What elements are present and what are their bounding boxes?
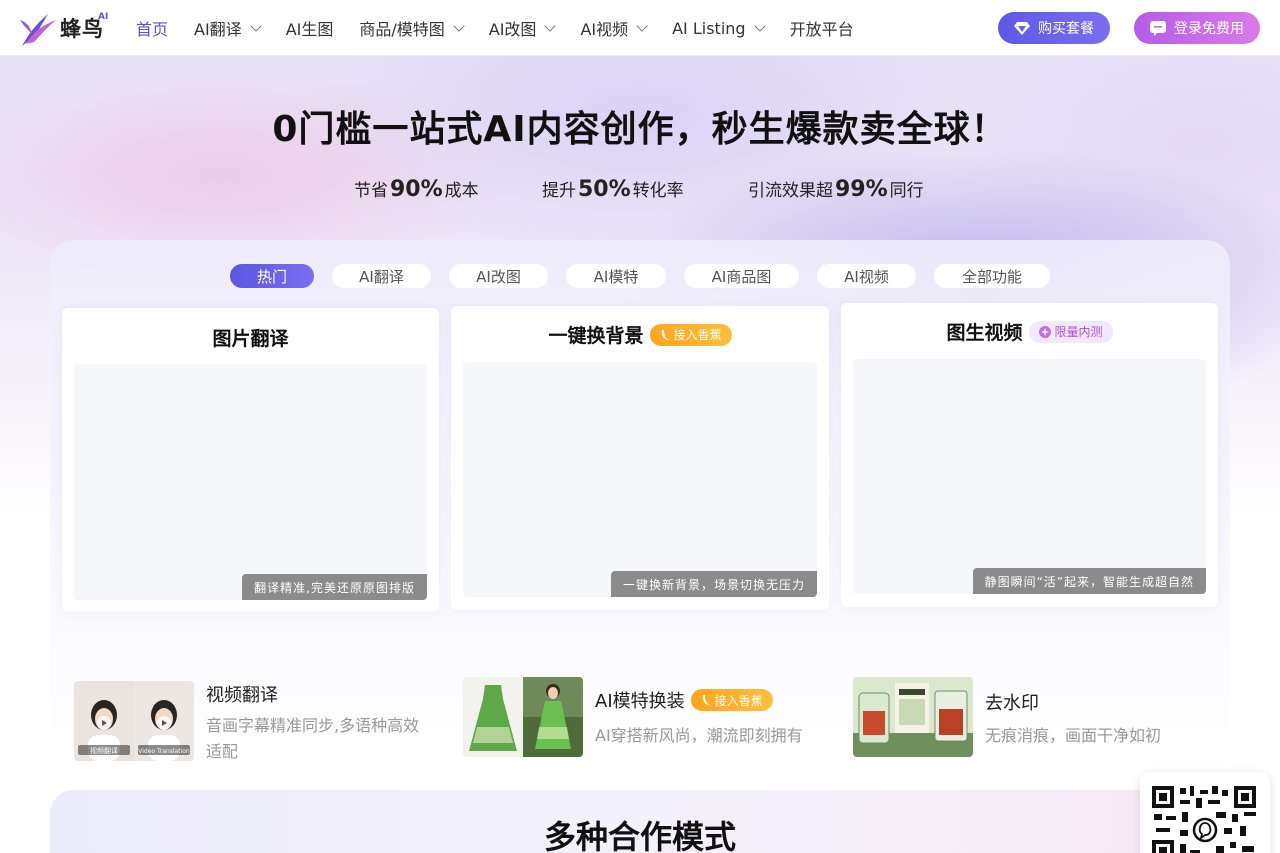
tab-hot[interactable]: 热门 <box>230 264 314 288</box>
stat-conversion: 提升50% 转化率 <box>542 177 684 202</box>
top-navbar: 蜂鸟 AI 首页 AI翻译 AI生图 商品/模特图 AI改图 AI视频 AI L… <box>0 0 1280 56</box>
badge-banana: 接入香蕉 <box>690 689 773 711</box>
tab-ai-product[interactable]: AI商品图 <box>684 264 799 288</box>
dress-thumbnail <box>463 677 583 757</box>
card-title: 图生视频 限量内测 <box>841 318 1218 345</box>
nav-home[interactable]: 首页 <box>136 16 168 40</box>
badge-beta: 限量内测 <box>1028 320 1113 343</box>
chevron-down-icon <box>453 20 465 32</box>
nav-open-platform[interactable]: 开放平台 <box>790 16 854 40</box>
mini-title: AI模特换装 接入香蕉 <box>595 687 773 713</box>
tab-ai-model[interactable]: AI模特 <box>566 264 666 288</box>
nav-ai-video[interactable]: AI视频 <box>580 16 648 40</box>
banana-icon <box>701 694 711 706</box>
hero-title: 0门槛一站式AI内容创作，秒生爆款卖全球！ <box>272 109 1008 150</box>
stat-traffic: 引流效果超99% 同行 <box>748 177 924 202</box>
product-thumbnail <box>853 677 973 757</box>
nav-ai-image-gen[interactable]: AI生图 <box>286 16 334 40</box>
card-caption: 静图瞬间“活”起来，智能生成超自然 <box>972 568 1206 594</box>
nav-product-model[interactable]: 商品/模特图 <box>359 16 465 40</box>
chevron-down-icon <box>753 20 766 32</box>
banana-icon <box>660 329 670 341</box>
card-caption: 翻译精准,完美还原原图排版 <box>242 574 427 600</box>
card-image-to-video[interactable]: 图生视频 限量内测 静图瞬间“活”起来，智能生成超自然 <box>841 303 1218 607</box>
video-translate-thumbnail: 视频翻译 Video Translation <box>74 681 194 761</box>
main-nav: 首页 AI翻译 AI生图 商品/模特图 AI改图 AI视频 AI Listing… <box>136 0 880 56</box>
sparkle-icon <box>1038 325 1051 338</box>
card-image-translate[interactable]: 图片翻译 翻译精准,完美还原原图排版 <box>62 308 439 612</box>
tab-ai-edit[interactable]: AI改图 <box>449 264 548 288</box>
stat-cost: 节省90% 成本 <box>354 177 479 202</box>
card-caption: 一键换新背景，场景切换无压力 <box>610 571 817 597</box>
mini-desc: 无痕消痕，画面干净如初 <box>985 726 1162 745</box>
card-title: 图片翻译 <box>212 328 289 350</box>
mini-desc: AI穿搭新风尚，潮流即刻拥有 <box>595 726 803 745</box>
brand-logo[interactable]: 蜂鸟 AI <box>18 6 118 50</box>
card-preview: 静图瞬间“活”起来，智能生成超自然 <box>853 359 1206 594</box>
badge-banana: 接入香蕉 <box>649 323 732 346</box>
tab-ai-video[interactable]: AI视频 <box>817 264 916 288</box>
nav-ai-edit[interactable]: AI改图 <box>489 16 557 40</box>
nav-ai-translate[interactable]: AI翻译 <box>194 16 262 40</box>
chevron-down-icon <box>544 20 557 32</box>
mini-remove-watermark[interactable]: 去水印 无痕消痕，画面干净如初 <box>853 677 1213 763</box>
login-button[interactable]: 登录免费用 <box>1134 12 1260 44</box>
card-change-background[interactable]: 一键换背景 接入香蕉 一键换新背景，场景切换无压力 <box>451 306 829 610</box>
mini-ai-model-outfit[interactable]: AI模特换装 接入香蕉 AI穿搭新风尚，潮流即刻拥有 <box>463 677 823 763</box>
svg-text:视频翻译: 视频翻译 <box>90 746 118 755</box>
mini-title: 视频翻译 <box>206 685 278 706</box>
chat-icon <box>1150 20 1166 36</box>
diamond-icon <box>1014 21 1030 35</box>
hero-stats: 节省90% 成本 提升50% 转化率 引流效果超99% 同行 <box>0 176 1280 210</box>
hummingbird-logo-icon <box>20 14 56 46</box>
tab-all-features[interactable]: 全部功能 <box>934 264 1050 288</box>
chevron-down-icon <box>636 20 648 32</box>
nav-ai-listing[interactable]: AI Listing <box>672 19 766 38</box>
qr-code-icon <box>1152 786 1256 853</box>
card-preview: 翻译精准,完美还原原图排版 <box>74 364 427 600</box>
qr-code-widget[interactable] <box>1140 772 1270 853</box>
mini-video-translate[interactable]: 视频翻译 Video Translation 视频翻译 音画字幕精准同步,多语种… <box>74 681 434 767</box>
svg-text:Video Translation: Video Translation <box>138 748 190 755</box>
brand-ai-tag: AI <box>98 12 109 22</box>
cooperation-title: 多种合作模式 <box>543 818 736 853</box>
tab-ai-translate[interactable]: AI翻译 <box>332 264 431 288</box>
mini-title: 去水印 <box>985 693 1039 714</box>
mini-desc: 音画字幕精准同步,多语种高效适配 <box>206 716 420 761</box>
card-preview: 一键换新背景，场景切换无压力 <box>463 362 817 597</box>
buy-plan-button[interactable]: 购买套餐 <box>998 12 1110 44</box>
card-title: 一键换背景 接入香蕉 <box>451 321 829 348</box>
chevron-down-icon <box>250 20 262 32</box>
